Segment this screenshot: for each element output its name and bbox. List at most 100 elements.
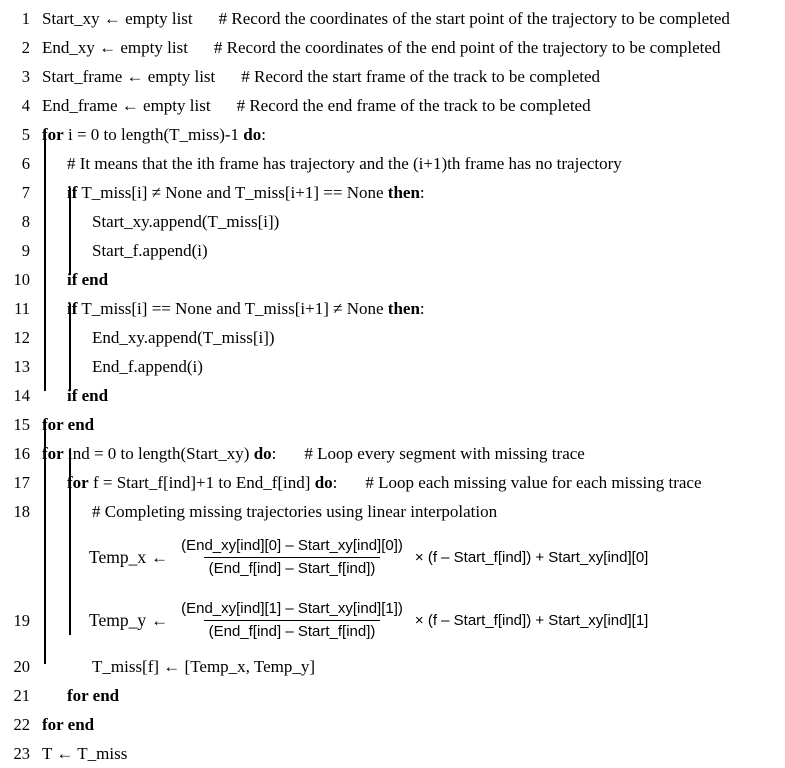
line-code: f = Start_f[ind]+1 to End_f[ind] bbox=[88, 473, 315, 492]
equation-temp-x: Temp_x ← (End_xy[ind][0] – Start_xy[ind]… bbox=[89, 536, 785, 579]
pseudocode-line: 2 End_xy ← empty list # Record the coordi… bbox=[0, 33, 785, 62]
line-comment: # Completing missing trajectories using … bbox=[92, 502, 498, 521]
pseudocode-line: 7 if T_miss[i] ≠ None and T_miss[i+1] ==… bbox=[0, 178, 785, 207]
line-code: End_f.append(i) bbox=[92, 357, 203, 376]
equation-temp-y: Temp_y ← (End_xy[ind][1] – Start_xy[ind]… bbox=[89, 599, 785, 642]
keyword-do: do bbox=[243, 125, 262, 144]
pseudocode-line: 14 if end bbox=[0, 381, 785, 410]
line-number: 9 bbox=[21, 241, 30, 260]
keyword-for: for bbox=[42, 444, 64, 463]
pseudocode-line: 21 for end bbox=[0, 681, 785, 710]
keyword-for-end: for end bbox=[42, 715, 95, 734]
pseudocode-line: 17 for f = Start_f[ind]+1 to End_f[ind] … bbox=[0, 468, 785, 497]
line-comment: # Loop each missing value for each missi… bbox=[365, 473, 702, 492]
line-code-tail: : bbox=[261, 125, 266, 144]
line-comment: # Record the coordinates of the start po… bbox=[218, 9, 730, 28]
line-code: Start_f.append(i) bbox=[92, 241, 208, 260]
line-number: 18 bbox=[13, 502, 31, 521]
equation-tail: × (f – Start_f[ind]) + Start_xy[ind][1] bbox=[414, 612, 649, 629]
line-code: i = 0 to length(T_miss)-1 bbox=[63, 125, 244, 144]
line-number: 15 bbox=[13, 415, 31, 434]
fraction-numerator: (End_xy[ind][1] – Start_xy[ind][1]) bbox=[181, 600, 403, 617]
equation-variable: Temp_y bbox=[89, 610, 147, 630]
line-number: 2 bbox=[21, 38, 30, 57]
keyword-do: do bbox=[314, 473, 333, 492]
pseudocode-line: 3 Start_frame ← empty list # Record the s… bbox=[0, 62, 785, 91]
line-code: Start_frame ← empty list bbox=[42, 67, 216, 86]
line-code: T_miss[i] == None and T_miss[i+1] ≠ None bbox=[77, 299, 388, 318]
fraction: (End_xy[ind][1] – Start_xy[ind][1]) (End… bbox=[176, 599, 408, 642]
pseudocode-line: 11 if T_miss[i] == None and T_miss[i+1] … bbox=[0, 294, 785, 323]
line-number: 16 bbox=[13, 444, 31, 463]
line-number: 12 bbox=[13, 328, 31, 347]
pseudocode-line: 6 # It means that the ith frame has traj… bbox=[0, 149, 785, 178]
assign-arrow-icon: ← bbox=[151, 610, 169, 630]
line-code: T_miss[f] ← [Temp_x, Temp_y] bbox=[92, 657, 315, 676]
line-number: 17 bbox=[13, 473, 31, 492]
line-code: ind = 0 to length(Start_xy) bbox=[63, 444, 254, 463]
line-number: 10 bbox=[13, 270, 31, 289]
fraction: (End_xy[ind][0] – Start_xy[ind][0]) (End… bbox=[176, 536, 408, 579]
keyword-if: if bbox=[67, 183, 78, 202]
keyword-for: for bbox=[67, 473, 89, 492]
line-code: T_miss[i] ≠ None and T_miss[i+1] == None bbox=[77, 183, 388, 202]
pseudocode-line: 12 End_xy.append(T_miss[i]) bbox=[0, 323, 785, 352]
fraction-denominator: (End_f[ind] – Start_f[ind]) bbox=[203, 620, 381, 642]
keyword-do: do bbox=[253, 444, 272, 463]
keyword-if: if bbox=[67, 299, 78, 318]
keyword-then: then bbox=[387, 299, 420, 318]
line-number: 23 bbox=[13, 744, 31, 763]
pseudocode-line: 15 for end bbox=[0, 410, 785, 439]
line-comment: # Loop every segment with missing trace bbox=[304, 444, 585, 463]
equation-tail: × (f – Start_f[ind]) + Start_xy[ind][0] bbox=[414, 549, 649, 566]
line-comment: # Record the coordinates of the end poin… bbox=[213, 38, 721, 57]
keyword-if-end: if end bbox=[67, 386, 109, 405]
pseudocode-line: 18 # Completing missing trajectories usi… bbox=[0, 497, 785, 526]
line-number: 1 bbox=[21, 9, 30, 28]
line-number: 11 bbox=[14, 299, 30, 318]
pseudocode-line: 20 T_miss[f] ← [Temp_x, Temp_y] bbox=[0, 652, 785, 681]
pseudocode-line: 23 T ← T_miss bbox=[0, 739, 785, 768]
line-code: Start_xy.append(T_miss[i]) bbox=[92, 212, 280, 231]
line-code-tail: : bbox=[419, 299, 425, 318]
line-code: End_xy ← empty list bbox=[42, 38, 188, 57]
line-number: 19 bbox=[13, 611, 31, 630]
keyword-if-end: if end bbox=[67, 270, 109, 289]
line-number: 3 bbox=[21, 67, 30, 86]
fraction-numerator: (End_xy[ind][0] – Start_xy[ind][0]) bbox=[181, 537, 403, 554]
pseudocode-block: 1 Start_xy ← empty list # Record the coor… bbox=[0, 0, 785, 763]
line-number: 6 bbox=[21, 154, 30, 173]
fraction-denominator: (End_f[ind] – Start_f[ind]) bbox=[203, 557, 381, 579]
line-number: 4 bbox=[21, 96, 30, 115]
line-number: 20 bbox=[13, 657, 31, 676]
formula-row-temp-x: Temp_x ← (End_xy[ind][0] – Start_xy[ind]… bbox=[0, 526, 785, 589]
line-comment: # It means that the ith frame has trajec… bbox=[67, 154, 622, 173]
keyword-for-end: for end bbox=[42, 415, 95, 434]
pseudocode-line: 5 for i = 0 to length(T_miss)-1 do: bbox=[0, 120, 785, 149]
line-number: 13 bbox=[13, 357, 31, 376]
line-number: 5 bbox=[21, 125, 30, 144]
line-code-tail: : bbox=[419, 183, 425, 202]
pseudocode-line: 13 End_f.append(i) bbox=[0, 352, 785, 381]
pseudocode-line: 10 if end bbox=[0, 265, 785, 294]
assign-arrow-icon: ← bbox=[151, 547, 169, 567]
line-number: 7 bbox=[21, 183, 30, 202]
line-comment: # Record the end frame of the track to b… bbox=[236, 96, 591, 115]
pseudocode-line: 22 for end bbox=[0, 710, 785, 739]
line-number: 21 bbox=[13, 686, 31, 705]
line-code: End_frame ← empty list bbox=[42, 96, 211, 115]
line-number: 8 bbox=[21, 212, 30, 231]
pseudocode-line: 16 for ind = 0 to length(Start_xy) do: # … bbox=[0, 439, 785, 468]
keyword-for: for bbox=[42, 125, 64, 144]
formula-row-temp-y: 19 Temp_y ← (End_xy[ind][1] – Start_xy[i… bbox=[0, 589, 785, 652]
equation-variable: Temp_x bbox=[89, 547, 147, 567]
line-code: Start_xy ← empty list bbox=[42, 9, 193, 28]
keyword-then: then bbox=[387, 183, 420, 202]
line-number: 22 bbox=[13, 715, 31, 734]
pseudocode-line: 1 Start_xy ← empty list # Record the coor… bbox=[0, 4, 785, 33]
pseudocode-line: 9 Start_f.append(i) bbox=[0, 236, 785, 265]
pseudocode-line: 4 End_frame ← empty list # Record the end… bbox=[0, 91, 785, 120]
line-code: T ← T_miss bbox=[42, 744, 128, 763]
line-number: 14 bbox=[13, 386, 31, 405]
line-comment: # Record the start frame of the track to… bbox=[241, 67, 601, 86]
